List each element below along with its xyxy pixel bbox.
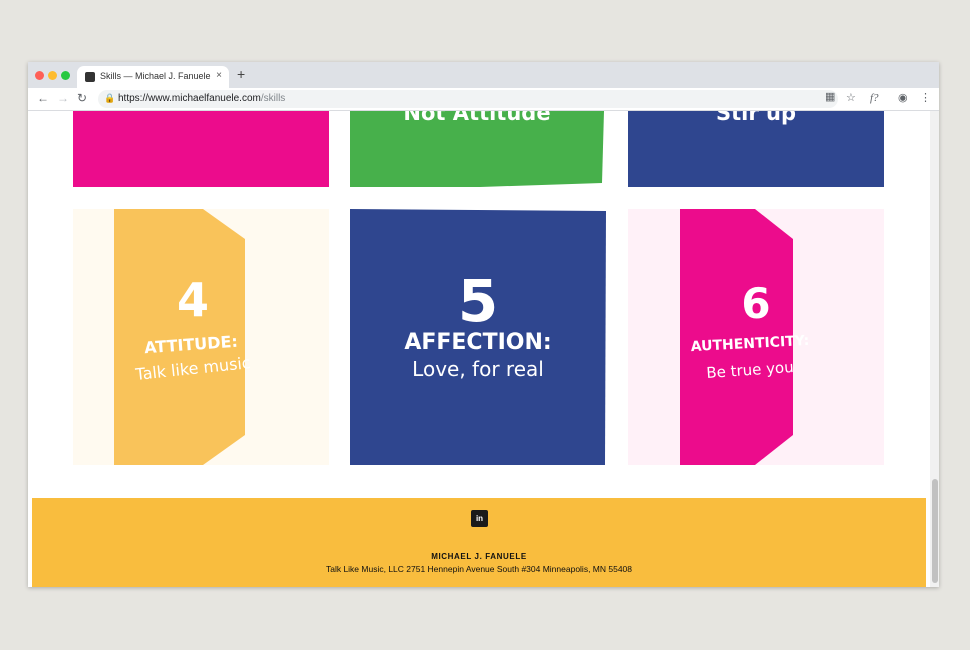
forward-arrow-icon[interactable]: → [57,91,69,105]
profile-avatar-icon[interactable]: ◉ [898,91,908,105]
new-tab-button[interactable]: + [237,67,245,81]
card-label-not-attitude: Not Attitude [403,111,551,125]
close-window-button[interactable] [35,71,44,80]
site-footer: in MICHAEL J. FANUELE Talk Like Music, L… [32,498,926,587]
maximize-window-button[interactable] [61,71,70,80]
skill-card-affection[interactable]: 5 AFFECTION: Love, for real [350,209,606,465]
footer-name: MICHAEL J. FANUELE [431,552,527,561]
url-path: /skills [260,93,286,104]
tab-close-icon[interactable]: × [216,70,222,81]
reload-icon[interactable]: ↻ [77,91,87,105]
lock-icon: 🔒 [104,93,116,103]
card-number-6: 6 [741,279,771,328]
skill-card-blue-top[interactable]: Stir up [628,111,884,187]
browser-window: Skills — Michael J. Fanuele × + ← → ↻ 🔒 … [28,62,939,587]
address-bar[interactable]: 🔒 https://www.michaelfanuele.com/skills [98,90,838,108]
extension-badge-icon[interactable]: ▦ [825,90,835,104]
skill-card-green-top[interactable]: Not Attitude [350,111,604,187]
site-favicon-icon [85,72,95,82]
card-title-affection: AFFECTION: [404,330,552,355]
browser-toolbar: ← → ↻ 🔒 https://www.michaelfanuele.com/s… [28,88,939,111]
page-scrollbar[interactable] [930,111,939,587]
bookmark-star-icon[interactable]: ☆ [846,91,856,105]
skill-card-pink-top[interactable] [73,111,329,187]
skill-card-attitude[interactable]: 4 ATTITUDE: Talk like music [73,209,329,465]
menu-dots-icon[interactable]: ⋮ [920,91,931,105]
back-arrow-icon[interactable]: ← [37,91,49,105]
page-content: Not Attitude Stir up 4 ATTITUDE: Talk li… [28,111,939,587]
url-text: https://www.michaelfanuele.com/skills [118,93,285,104]
tab-skills[interactable]: Skills — Michael J. Fanuele × [77,66,229,88]
skill-card-authenticity[interactable]: 6 AUTHENTICITY: Be true you [628,209,884,465]
linkedin-icon[interactable]: in [471,510,488,527]
card-label-stir-up: Stir up [715,111,796,125]
card-number-4: 4 [176,273,209,327]
scrollbar-thumb[interactable] [932,479,938,583]
card-subtitle-affection: Love, for real [412,357,544,381]
tab-title: Skills — Michael J. Fanuele [100,71,211,81]
minimize-window-button[interactable] [48,71,57,80]
tab-bar: Skills — Michael J. Fanuele × + [28,62,939,88]
font-extension-icon[interactable]: f? [870,91,879,105]
card-number-5: 5 [457,267,499,335]
footer-address: Talk Like Music, LLC 2751 Hennepin Avenu… [325,564,633,574]
url-host: https://www.michaelfanuele.com [118,93,261,104]
